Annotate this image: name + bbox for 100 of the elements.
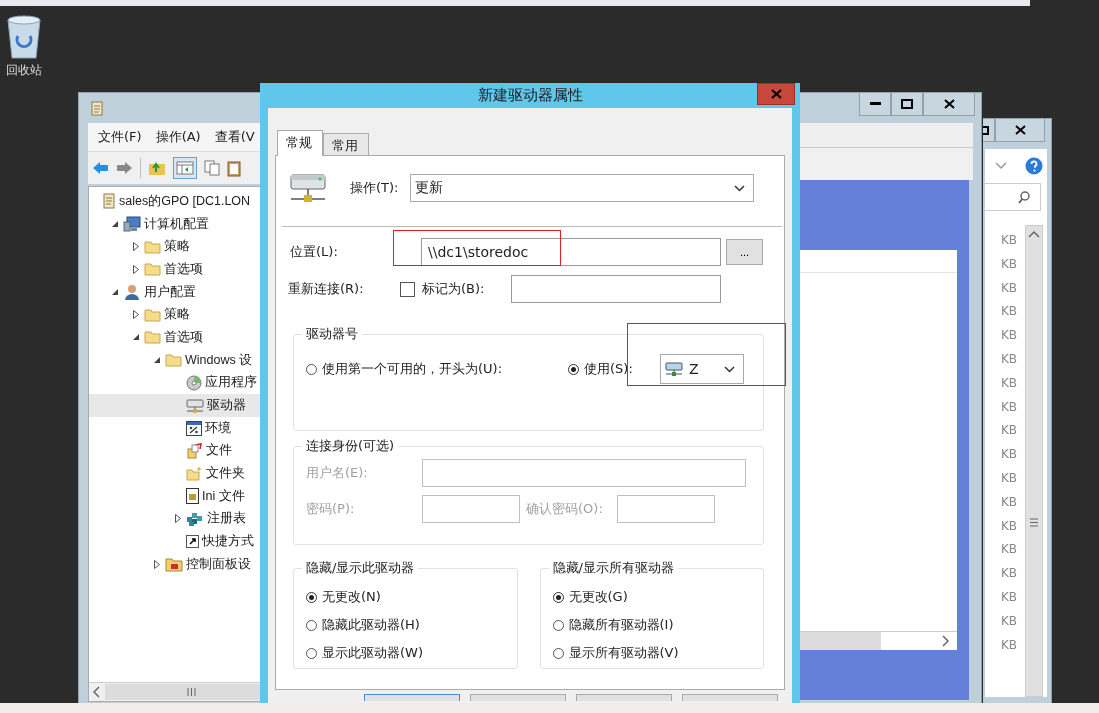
radio-button[interactable] xyxy=(552,591,564,603)
dropdown[interactable]: Z xyxy=(660,354,744,384)
field-label: 标记为(B): xyxy=(422,280,486,298)
file-size: KB xyxy=(1001,613,1019,630)
tree-item[interactable]: 首选项 xyxy=(89,258,278,281)
radio-label: 显示所有驱动器(V) xyxy=(568,644,679,662)
tree-item[interactable]: 快捷方式 xyxy=(89,530,278,553)
file-size: KB xyxy=(1001,352,1019,368)
file-size: KB xyxy=(1001,589,1019,606)
collapse-arrow-icon[interactable] xyxy=(111,288,119,296)
tree-item[interactable]: 首选项 xyxy=(89,326,278,349)
input-field[interactable] xyxy=(511,275,721,303)
close-button[interactable] xyxy=(995,119,1045,142)
radio-button[interactable] xyxy=(552,619,564,631)
group-title: 隐藏/显示所有驱动器 xyxy=(551,559,675,577)
help-icon[interactable] xyxy=(1025,157,1043,175)
maximize-icon xyxy=(983,125,989,135)
group-title: 连接身份(可选) xyxy=(305,437,396,455)
network-drive-icon xyxy=(290,173,326,203)
field-label: 位置(L): xyxy=(290,243,339,261)
tree-item[interactable]: Ini 文件 xyxy=(89,484,278,508)
expand-arrow-icon[interactable] xyxy=(133,264,139,274)
folder-up-icon[interactable] xyxy=(148,160,166,176)
desktop-icon[interactable]: 回收站 xyxy=(4,14,44,79)
tree-item[interactable]: Windows 设 xyxy=(89,348,278,372)
menu-item[interactable]: 操作(A) xyxy=(155,128,201,146)
radio-label: 隐藏此驱动器(H) xyxy=(322,616,420,634)
radio-button[interactable] xyxy=(568,363,579,375)
radio-button[interactable] xyxy=(306,363,317,375)
menu-item[interactable]: 查看(V xyxy=(214,128,255,146)
tree-item[interactable]: 控制面板设 xyxy=(89,553,278,576)
expand-arrow-icon[interactable] xyxy=(154,559,160,569)
scroll-left-icon xyxy=(93,686,101,698)
back-arrow-icon[interactable] xyxy=(92,161,109,175)
horizontal-scrollbar[interactable] xyxy=(797,631,957,650)
tab[interactable]: 常规 xyxy=(277,130,323,156)
dialog-title: 新建驱动器属性 xyxy=(477,86,583,105)
tree-item[interactable]: 文件夹 xyxy=(89,462,278,485)
settings-file-icon xyxy=(186,488,199,505)
dialog-button[interactable] xyxy=(364,694,460,701)
disc-icon xyxy=(186,374,202,391)
tree-item[interactable]: 文件 xyxy=(89,439,278,463)
browse-button[interactable]: ... xyxy=(726,239,763,265)
radio-label: 显示此驱动器(W) xyxy=(322,644,423,662)
file-size: KB xyxy=(1001,566,1019,583)
file-size: KB xyxy=(1001,304,1019,321)
tab[interactable]: 常用 xyxy=(323,133,369,155)
file-size: KB xyxy=(1001,375,1019,392)
expand-arrow-icon[interactable] xyxy=(133,242,139,252)
tree-item[interactable]: 用户配置 xyxy=(89,280,278,304)
radio-button[interactable] xyxy=(306,619,317,631)
radio-button[interactable] xyxy=(552,647,564,659)
minimize-button[interactable] xyxy=(859,93,891,116)
network-drive-icon xyxy=(186,397,204,414)
registry-icon xyxy=(186,510,204,527)
tree-item[interactable]: 计算机配置 xyxy=(89,212,278,236)
checkbox[interactable] xyxy=(400,281,415,297)
forward-arrow-icon[interactable] xyxy=(116,161,133,175)
clipboard-icon[interactable] xyxy=(227,159,241,177)
scroll-grip-icon xyxy=(1030,518,1038,527)
control-panel-folder-icon xyxy=(165,556,183,572)
file-size: KB xyxy=(1001,233,1019,249)
tree-item[interactable]: sales的GPO [DC1.LON xyxy=(89,190,278,213)
radio-button[interactable] xyxy=(306,647,317,659)
expand-arrow-icon[interactable] xyxy=(175,514,181,524)
new-folder-icon xyxy=(186,466,203,482)
dropdown[interactable]: 更新 xyxy=(410,174,755,202)
tree-item[interactable]: 策略 xyxy=(89,303,278,327)
expand-arrow-icon[interactable] xyxy=(133,310,139,320)
file-size: KB xyxy=(1001,423,1019,440)
menu-item[interactable]: 文件(F) xyxy=(98,128,142,146)
collapse-arrow-icon[interactable] xyxy=(153,356,161,364)
tree-item[interactable]: 策略 xyxy=(89,235,278,259)
maximize-icon xyxy=(901,99,913,109)
close-icon xyxy=(1014,125,1026,135)
file-size: KB xyxy=(1001,542,1019,559)
search-field[interactable] xyxy=(985,183,1041,211)
scroll-icon xyxy=(102,193,116,210)
group-title: 隐藏/显示此驱动器 xyxy=(305,559,416,577)
file-size: KB xyxy=(1001,399,1019,416)
close-button[interactable] xyxy=(923,93,975,116)
folder-icon xyxy=(144,330,161,345)
scroll-grip-icon xyxy=(187,688,196,696)
search-icon xyxy=(1018,190,1030,204)
tree-item[interactable]: 注册表 xyxy=(89,507,278,531)
file-size: KB xyxy=(1001,518,1019,535)
collapse-arrow-icon[interactable] xyxy=(132,333,140,341)
copy-icon[interactable] xyxy=(204,160,220,176)
maximize-button[interactable] xyxy=(891,93,923,116)
maximize-button[interactable] xyxy=(983,119,996,142)
network-drive-icon xyxy=(665,361,683,377)
input-field[interactable]: \\dc1\storedoc xyxy=(421,238,721,266)
vertical-scrollbar[interactable] xyxy=(1025,225,1043,697)
collapse-arrow-icon[interactable] xyxy=(111,220,119,228)
console-tree-icon[interactable] xyxy=(173,157,197,179)
file-icon xyxy=(186,442,203,459)
radio-button[interactable] xyxy=(306,591,317,603)
tree-item[interactable]: 应用程序 xyxy=(89,371,278,395)
field-label: 密码(P): xyxy=(306,500,356,518)
chevron-down-icon xyxy=(734,184,746,192)
